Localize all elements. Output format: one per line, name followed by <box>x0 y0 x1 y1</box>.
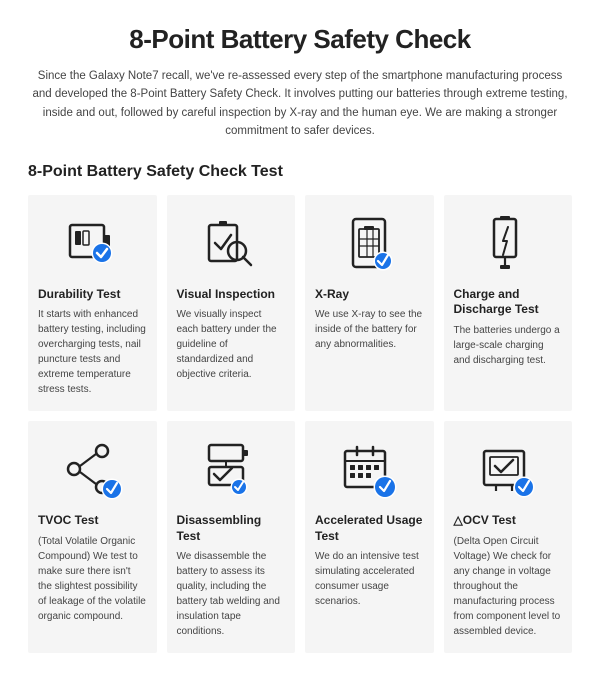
card-durability: Durability Test It starts with enhanced … <box>28 195 157 412</box>
cards-grid: Durability Test It starts with enhanced … <box>28 195 572 654</box>
section-title: 8-Point Battery Safety Check Test <box>28 163 572 181</box>
card-disassembling-desc: We disassemble the battery to assess its… <box>177 549 286 639</box>
card-xray: X-Ray We use X-ray to see the inside of … <box>305 195 434 412</box>
card-xray-desc: We use X-ray to see the inside of the ba… <box>315 307 424 352</box>
card-disassembling: Disassembling Test We disassemble the ba… <box>167 421 296 653</box>
card-charge-desc: The batteries undergo a large-scale char… <box>454 323 563 368</box>
card-charge: Charge and Discharge Test The batteries … <box>444 195 573 412</box>
card-tvoc-title: TVOC Test <box>38 513 147 529</box>
durability-icon <box>38 207 147 279</box>
card-ocv: △OCV Test (Delta Open Circuit Voltage) W… <box>444 421 573 653</box>
card-durability-desc: It starts with enhanced battery testing,… <box>38 307 147 397</box>
accelerated-icon <box>315 433 424 505</box>
card-disassembling-title: Disassembling Test <box>177 513 286 544</box>
card-accelerated-desc: We do an intensive test simulating accel… <box>315 549 424 609</box>
card-durability-title: Durability Test <box>38 287 147 303</box>
ocv-icon <box>454 433 563 505</box>
card-tvoc-desc: (Total Volatile Organic Compound) We tes… <box>38 534 147 624</box>
card-charge-title: Charge and Discharge Test <box>454 287 563 318</box>
card-visual-desc: We visually inspect each battery under t… <box>177 307 286 382</box>
card-visual: Visual Inspection We visually inspect ea… <box>167 195 296 412</box>
card-accelerated: Accelerated Usage Test We do an intensiv… <box>305 421 434 653</box>
tvoc-icon <box>38 433 147 505</box>
card-ocv-desc: (Delta Open Circuit Voltage) We check fo… <box>454 534 563 639</box>
card-visual-title: Visual Inspection <box>177 287 286 303</box>
page-title: 8-Point Battery Safety Check <box>28 24 572 55</box>
disassembling-icon <box>177 433 286 505</box>
xray-icon <box>315 207 424 279</box>
card-xray-title: X-Ray <box>315 287 424 303</box>
intro-text: Since the Galaxy Note7 recall, we've re-… <box>28 67 572 141</box>
card-accelerated-title: Accelerated Usage Test <box>315 513 424 544</box>
visual-icon <box>177 207 286 279</box>
card-ocv-title: △OCV Test <box>454 513 563 529</box>
card-tvoc: TVOC Test (Total Volatile Organic Compou… <box>28 421 157 653</box>
charge-icon <box>454 207 563 279</box>
